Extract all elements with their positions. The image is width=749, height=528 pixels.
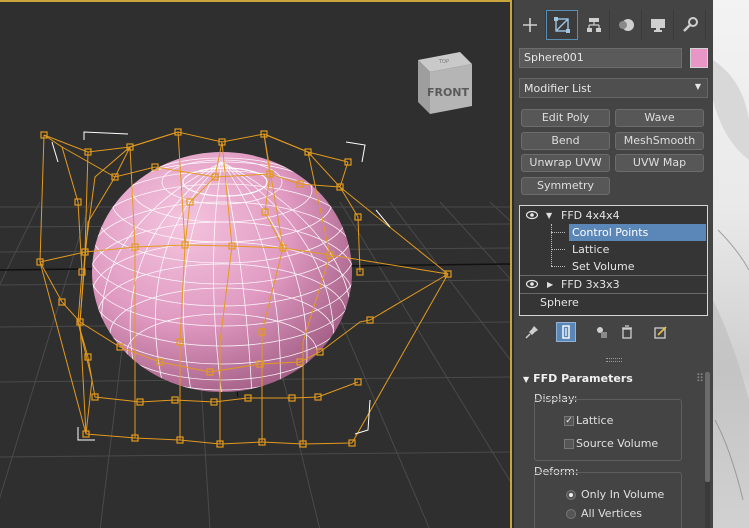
stack-subitem-set-volume[interactable]: Set Volume [520, 258, 707, 275]
meshsmooth-button[interactable]: MeshSmooth [615, 132, 704, 150]
only-in-volume-radio[interactable] [566, 490, 576, 500]
plus-icon [522, 18, 537, 32]
display-icon [650, 19, 665, 32]
modify-tab[interactable] [546, 10, 578, 40]
command-panel: Sphere001 Modifier List ▼ Edit Poly Wave… [514, 0, 713, 528]
expand-right-icon[interactable]: ▶ [547, 276, 553, 293]
stack-label-set-volume: Set Volume [572, 260, 635, 273]
wave-button[interactable]: Wave [615, 109, 704, 127]
source-volume-checkbox[interactable] [564, 439, 574, 449]
stack-item-ffd4[interactable]: ▼ FFD 4x4x4 [520, 207, 707, 224]
symmetry-button[interactable]: Symmetry [521, 177, 610, 195]
motion-tab[interactable] [610, 10, 642, 40]
modify-icon [554, 17, 570, 33]
lattice-checkbox-label: Lattice [576, 414, 614, 427]
edit-poly-button[interactable]: Edit Poly [521, 109, 610, 127]
all-vertices-radio[interactable] [566, 509, 576, 519]
expand-down-icon[interactable]: ▼ [546, 207, 552, 224]
viewcube-top-label: TOP [438, 59, 449, 65]
pin-stack-button[interactable] [522, 322, 542, 342]
hierarchy-tab[interactable] [578, 10, 610, 40]
lattice-checkbox[interactable]: ✓ [564, 416, 574, 426]
panel-scroll-thumb[interactable] [705, 372, 710, 482]
modifier-list-dropdown[interactable]: Modifier List ▼ [519, 78, 708, 98]
uvw-map-button[interactable]: UVW Map [615, 154, 704, 172]
source-volume-checkbox-label: Source Volume [576, 437, 659, 450]
display-tab[interactable] [642, 10, 674, 40]
trash-icon [622, 325, 632, 339]
show-end-result-icon [562, 325, 570, 339]
eye-icon[interactable] [526, 210, 538, 220]
panel-scrollbar[interactable] [705, 372, 710, 528]
stack-label-ffd4: FFD 4x4x4 [561, 209, 620, 222]
eye-icon[interactable] [526, 279, 538, 289]
modifier-stack: ▼ FFD 4x4x4 Control Points Lattice Set V… [519, 205, 708, 316]
configure-icon [654, 326, 667, 339]
display-group [534, 399, 682, 461]
rollout-grip-icon[interactable]: ⠿ [696, 370, 704, 388]
only-in-volume-label: Only In Volume [581, 488, 665, 501]
stack-label-ffd3: FFD 3x3x3 [561, 278, 620, 291]
viewport-scene: FRONT TOP [0, 52, 510, 528]
stack-subitem-lattice[interactable]: Lattice [520, 241, 707, 258]
show-end-result-button[interactable] [556, 322, 576, 342]
command-panel-tabs [514, 10, 713, 42]
stack-toolbar [514, 322, 713, 346]
stack-label-lattice: Lattice [572, 243, 610, 256]
object-color-swatch[interactable] [690, 48, 708, 68]
motion-icon [618, 19, 634, 31]
hierarchy-icon [586, 18, 601, 32]
make-unique-icon [597, 327, 607, 338]
perspective-viewport[interactable]: FRONT TOP [0, 0, 512, 528]
create-tab[interactable] [514, 10, 546, 40]
object-name-field[interactable]: Sphere001 [519, 48, 682, 68]
panel-divider-grip[interactable] [606, 358, 622, 362]
rollout-title: FFD Parameters [533, 372, 633, 385]
make-unique-button[interactable] [592, 322, 612, 342]
configure-modifier-sets-button[interactable] [651, 322, 671, 342]
background-window-edge [713, 0, 749, 528]
viewcube[interactable]: FRONT TOP [418, 52, 472, 114]
chevron-down-icon: ▼ [694, 82, 701, 91]
stack-label-control-points: Control Points [572, 226, 649, 239]
ffd-parameters-rollout-header[interactable]: ▼ FFD Parameters ⠿ [519, 370, 708, 388]
collapse-icon: ▼ [523, 375, 530, 384]
stack-item-ffd3[interactable]: ▶ FFD 3x3x3 [520, 276, 707, 293]
stack-label-sphere: Sphere [540, 296, 579, 309]
bend-button[interactable]: Bend [521, 132, 610, 150]
all-vertices-label: All Vertices [581, 507, 643, 520]
utilities-tab[interactable] [674, 10, 706, 40]
background-texture [713, 60, 749, 528]
pin-icon [525, 326, 538, 339]
stack-item-sphere[interactable]: Sphere [520, 294, 707, 311]
viewcube-front-label: FRONT [427, 86, 470, 99]
stack-subitem-control-points[interactable]: Control Points [520, 224, 707, 241]
wrench-icon [682, 17, 698, 32]
unwrap-uvw-button[interactable]: Unwrap UVW [521, 154, 610, 172]
modifier-list-label: Modifier List [524, 82, 592, 95]
remove-modifier-button[interactable] [617, 322, 637, 342]
